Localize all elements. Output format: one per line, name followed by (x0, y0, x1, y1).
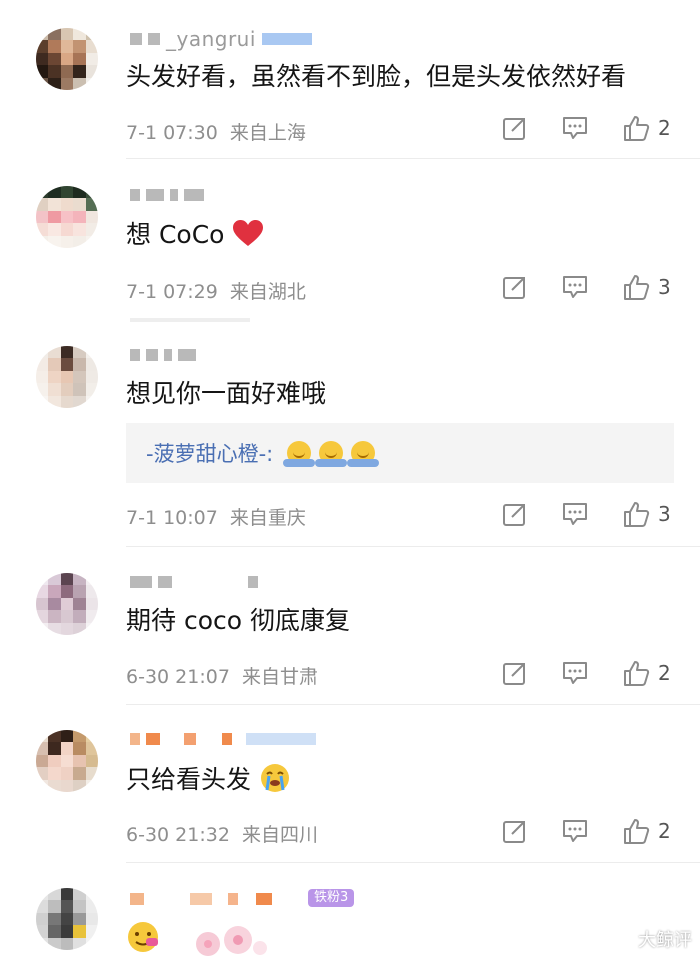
hug-emoji-icon (283, 441, 316, 467)
comment-icon (563, 662, 587, 684)
avatar[interactable] (36, 888, 98, 950)
watermark: 大鲸评 (612, 926, 692, 952)
weibo-logo-icon (612, 931, 633, 948)
heart-icon (233, 220, 264, 246)
reply-preview[interactable]: -菠萝甜心橙-: (126, 423, 674, 483)
comment-actions: 3 (500, 500, 671, 528)
comment-text (126, 920, 268, 960)
watermark-text: 大鲸评 (638, 930, 692, 951)
username-text: _yangrui (166, 27, 256, 51)
like-button[interactable]: 2 (622, 114, 671, 142)
comment-meta: 7-1 07:29 来自湖北 (126, 277, 306, 304)
comment-actions: 2 (500, 114, 671, 142)
like-button[interactable]: 2 (622, 817, 671, 845)
crying-face-icon (260, 764, 289, 792)
face-emoji-icon (128, 922, 158, 952)
reply-button[interactable] (560, 661, 590, 685)
thumbs-up-icon (624, 502, 650, 527)
comment-time: 6-30 21:32 (126, 824, 230, 846)
share-button[interactable] (500, 274, 530, 300)
comment-location: 来自四川 (242, 824, 319, 846)
like-count: 2 (658, 116, 671, 140)
comment-text: 想见你一面好难哦 (126, 379, 327, 408)
thumbs-up-icon (624, 275, 650, 300)
like-count: 3 (658, 275, 671, 299)
comment-meta: 7-1 07:30 来自上海 (126, 118, 306, 145)
comment-text: 只给看头发 (126, 762, 291, 797)
share-icon (503, 118, 525, 140)
reply-button[interactable] (560, 116, 590, 140)
username[interactable] (130, 888, 272, 910)
reply-author[interactable]: -菠萝甜心橙-: (146, 438, 273, 468)
comment-time: 7-1 10:07 (126, 507, 218, 529)
fan-badge: 铁粉3 (308, 889, 355, 907)
avatar[interactable] (36, 28, 98, 90)
like-count: 3 (658, 502, 671, 526)
comment-text: 想 CoCo (126, 218, 264, 252)
username[interactable] (130, 344, 196, 366)
divider (126, 704, 700, 705)
comment-location: 来自湖北 (229, 281, 306, 303)
thumbs-up-icon (624, 116, 650, 141)
flower-sticker-icon (195, 926, 267, 956)
divider (126, 158, 700, 159)
avatar[interactable] (36, 346, 98, 408)
reply-button[interactable] (560, 819, 590, 843)
avatar[interactable] (36, 730, 98, 792)
divider (130, 318, 250, 322)
comment-time: 7-1 07:29 (126, 281, 218, 303)
comment-text: 期待 coco 彻底康复 (126, 606, 350, 635)
thumbs-up-icon (624, 661, 650, 686)
reply-button[interactable] (560, 275, 590, 299)
share-icon (503, 821, 525, 843)
username[interactable] (130, 571, 258, 593)
like-button[interactable]: 3 (622, 273, 671, 301)
share-icon (503, 663, 525, 685)
comment-text-content: 只给看头发 (126, 765, 252, 794)
comment-text-content: 想 CoCo (126, 220, 225, 249)
like-count: 2 (658, 661, 671, 685)
like-count: 2 (658, 819, 671, 843)
avatar[interactable] (36, 573, 98, 635)
username[interactable] (130, 184, 204, 206)
username[interactable]: _yangrui (130, 27, 312, 51)
divider (126, 546, 700, 547)
share-button[interactable] (500, 660, 530, 686)
comment-time: 6-30 21:07 (126, 666, 230, 688)
comment-icon (563, 503, 587, 525)
comment-meta: 6-30 21:07 来自甘肃 (126, 662, 318, 689)
share-icon (503, 277, 525, 299)
comment-actions: 3 (500, 273, 671, 301)
comment-time: 7-1 07:30 (126, 122, 218, 144)
comment-location: 来自甘肃 (242, 666, 319, 688)
reply-button[interactable] (560, 502, 590, 526)
comment-location: 来自上海 (229, 122, 306, 144)
like-button[interactable]: 3 (622, 500, 671, 528)
hug-emoji-icon (315, 441, 348, 467)
share-button[interactable] (500, 501, 530, 527)
thumbs-up-icon (624, 819, 650, 844)
comment-meta: 6-30 21:32 来自四川 (126, 820, 318, 847)
username[interactable] (130, 728, 316, 750)
like-button[interactable]: 2 (622, 659, 671, 687)
share-icon (503, 504, 525, 526)
comment-text: 头发好看，虽然看不到脸，但是头发依然好看 (126, 62, 627, 91)
share-button[interactable] (500, 115, 530, 141)
comment-icon (563, 820, 587, 842)
comment-actions: 2 (500, 659, 671, 687)
hug-emoji-icon (347, 441, 380, 467)
comment-location: 来自重庆 (229, 507, 306, 529)
avatar[interactable] (36, 186, 98, 248)
comment-actions: 2 (500, 817, 671, 845)
share-button[interactable] (500, 818, 530, 844)
comment-icon (563, 276, 587, 298)
comment-meta: 7-1 10:07 来自重庆 (126, 503, 306, 530)
comment-icon (563, 117, 587, 139)
divider (126, 862, 700, 863)
